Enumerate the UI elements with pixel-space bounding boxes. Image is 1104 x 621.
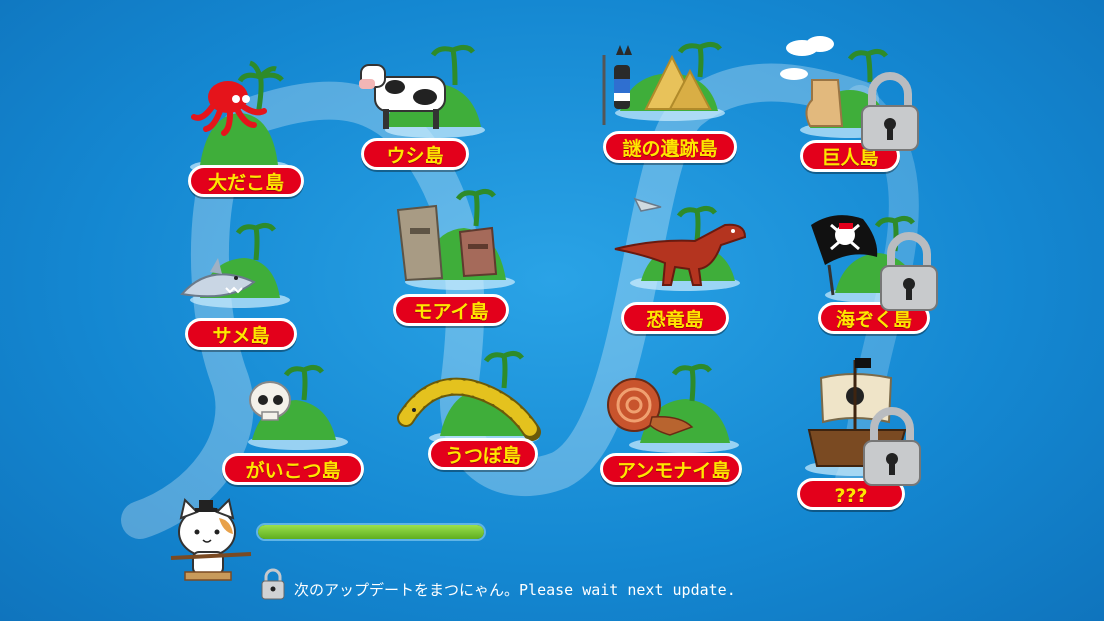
padlock-icon	[260, 568, 286, 600]
progress-bar-fill	[258, 525, 484, 539]
island-label[interactable]: 恐竜島	[621, 302, 729, 334]
lock-icon	[860, 405, 924, 487]
island-label[interactable]: ウシ島	[361, 138, 469, 170]
island-label[interactable]: 大だこ島	[188, 165, 304, 197]
cat-mascot-icon	[165, 492, 255, 582]
island-moai[interactable]	[380, 170, 540, 310]
island-label[interactable]: がいこつ島	[222, 453, 364, 485]
progress-bar	[256, 523, 486, 541]
update-message: 次のアップデートをまつにゃん。Please wait next update.	[294, 581, 736, 599]
moai-icon	[396, 188, 515, 290]
island-label[interactable]: モアイ島	[393, 294, 509, 326]
lock-icon	[877, 230, 941, 312]
lock-icon	[858, 70, 922, 152]
island-label[interactable]: うつぼ島	[428, 438, 538, 470]
island-label[interactable]: サメ島	[185, 318, 297, 350]
island-label[interactable]: 謎の遺跡島	[603, 131, 737, 163]
island-label[interactable]: アンモナイ島	[600, 453, 742, 485]
